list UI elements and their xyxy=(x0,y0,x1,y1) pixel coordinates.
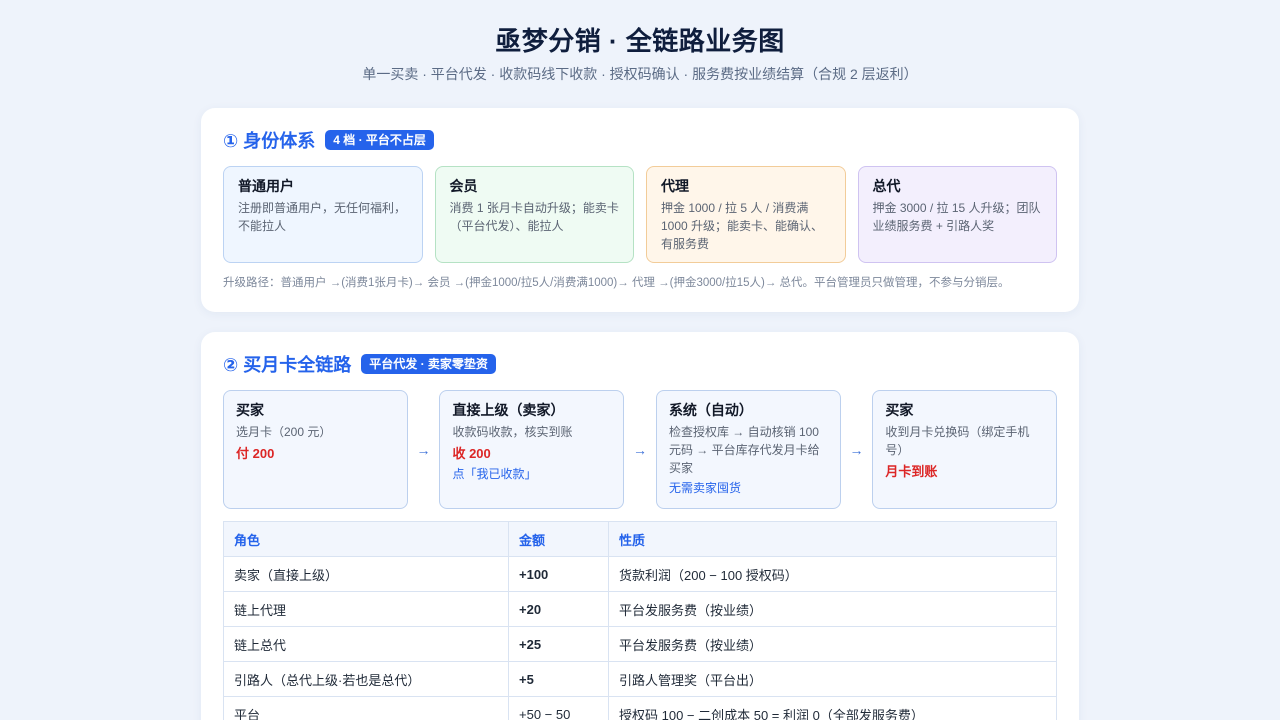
upgrade-path: 升级路径：普通用户 →(消费1张月卡)→ 会员 →(押金1000/拉5人/消费满… xyxy=(223,277,1010,289)
cell-nature: 平台发服务费（按业绩） xyxy=(608,626,1057,662)
step-description: 收款码收款，核实到账 xyxy=(452,425,573,439)
step-note: 点「我已收款」 xyxy=(452,467,537,481)
tier-list: 普通用户 注册即普通用户，无任何福利，不能拉人 会员 消费 1 张月卡自动升级；… xyxy=(223,166,1057,263)
tier-description: 押金 1000 / 拉 5 人 / 消费满 1000 升级；能卖卡、能确认、有服… xyxy=(661,201,824,251)
step-title: 直接上级（卖家） xyxy=(452,402,565,418)
table-row: 引路人（总代上级·若也是总代） +5 引路人管理奖（平台出） xyxy=(223,661,1057,697)
identity-title: ① 身份体系 xyxy=(223,131,316,151)
column-header-nature: 性质 xyxy=(608,521,1057,557)
tier-card-agent: 代理 押金 1000 / 拉 5 人 / 消费满 1000 升级；能卖卡、能确认… xyxy=(646,166,846,263)
tier-card-regular-user: 普通用户 注册即普通用户，无任何福利，不能拉人 xyxy=(223,166,423,263)
flow-step-seller: 直接上级（卖家） 收款码收款，核实到账 收 200 点「我已收款」 xyxy=(439,390,625,509)
cell-nature: 平台发服务费（按业绩） xyxy=(608,591,1057,627)
step-title: 买家 xyxy=(236,402,264,418)
flow-steps: 买家 选月卡（200 元） 付 200 → 直接上级（卖家） 收款码收款，核实到… xyxy=(223,390,1057,509)
step-description: 选月卡（200 元） xyxy=(236,425,332,439)
column-header-amount: 金额 xyxy=(508,521,609,557)
tier-name: 总代 xyxy=(872,178,901,194)
tier-description: 消费 1 张月卡自动升级；能卖卡（平台代发）、能拉人 xyxy=(449,201,619,233)
cell-role: 链上总代 xyxy=(223,626,509,662)
arrow-right-icon: → xyxy=(632,441,647,458)
flow-header: ② 买月卡全链路 平台代发 · 卖家零垫资 xyxy=(223,352,1057,376)
revenue-table: 角色 金额 性质 卖家（直接上级） +100 货款利润（200 − 100 授权… xyxy=(223,521,1057,720)
step-amount: 付 200 xyxy=(236,446,275,461)
table-row: 链上总代 +25 平台发服务费（按业绩） xyxy=(223,626,1057,662)
cell-amount: +25 xyxy=(508,626,609,662)
arrow-right-icon: → xyxy=(849,441,864,458)
page-subtitle: 单一买卖 · 平台代发 · 收款码线下收款 · 授权码确认 · 服务费按业绩结算… xyxy=(362,66,918,82)
cell-nature: 引路人管理奖（平台出） xyxy=(608,661,1057,697)
cell-role: 卖家（直接上级） xyxy=(223,556,509,592)
step-amount: 收 200 xyxy=(452,446,491,461)
tier-name: 会员 xyxy=(449,178,478,194)
cell-amount: +50 − 50 xyxy=(508,696,609,720)
table-row: 链上代理 +20 平台发服务费（按业绩） xyxy=(223,591,1057,627)
cell-role: 链上代理 xyxy=(223,591,509,627)
table-row: 卖家（直接上级） +100 货款利润（200 − 100 授权码） xyxy=(223,556,1057,592)
page-header: 亟梦分销 · 全链路业务图 单一买卖 · 平台代发 · 收款码线下收款 · 授权… xyxy=(0,0,1280,84)
tier-name: 普通用户 xyxy=(238,178,294,194)
flow-step-buyer-pay: 买家 选月卡（200 元） 付 200 xyxy=(223,390,408,509)
step-title: 系统（自动） xyxy=(668,402,753,418)
tier-card-member: 会员 消费 1 张月卡自动升级；能卖卡（平台代发）、能拉人 xyxy=(434,166,634,263)
tier-card-general-agent: 总代 押金 3000 / 拉 15 人升级；团队业绩服务费 + 引路人奖 xyxy=(857,166,1057,263)
cell-amount: +100 xyxy=(508,556,609,592)
tier-name: 代理 xyxy=(661,178,689,194)
cell-amount: +20 xyxy=(508,591,609,627)
tier-description: 押金 3000 / 拉 15 人升级；团队业绩服务费 + 引路人奖 xyxy=(872,201,1041,233)
flow-section: ② 买月卡全链路 平台代发 · 卖家零垫资 买家 选月卡（200 元） 付 20… xyxy=(201,332,1079,720)
flow-title: ② 买月卡全链路 xyxy=(223,355,352,375)
step-note: 无需卖家囤货 xyxy=(668,481,741,495)
page-title: 亟梦分销 · 全链路业务图 xyxy=(495,26,785,56)
step-title: 买家 xyxy=(885,402,914,418)
identity-section: ① 身份体系 4 档 · 平台不占层 普通用户 注册即普通用户，无任何福利，不能… xyxy=(201,108,1079,312)
cell-nature: 授权码 100 − 二创成本 50 = 利润 0（全部发服务费） xyxy=(608,696,1057,720)
column-header-role: 角色 xyxy=(223,521,509,557)
table-header-row: 角色 金额 性质 xyxy=(223,521,1057,557)
identity-header: ① 身份体系 4 档 · 平台不占层 xyxy=(223,128,1057,152)
cell-nature: 货款利润（200 − 100 授权码） xyxy=(608,556,1057,592)
step-description: 收到月卡兑换码（绑定手机号） xyxy=(885,425,1030,457)
table-row: 平台 +50 − 50 授权码 100 − 二创成本 50 = 利润 0（全部发… xyxy=(223,696,1057,720)
arrow-right-icon: → xyxy=(416,441,431,458)
flow-step-buyer-receive: 买家 收到月卡兑换码（绑定手机号） 月卡到账 xyxy=(872,390,1057,509)
cell-amount: +5 xyxy=(508,661,609,697)
flow-badge: 平台代发 · 卖家零垫资 xyxy=(361,354,496,374)
cell-role: 平台 xyxy=(223,696,509,720)
identity-badge: 4 档 · 平台不占层 xyxy=(325,130,434,150)
step-description: 检查授权库 → 自动核销 100 元码 → 平台库存代发月卡给买家 xyxy=(668,425,820,475)
flow-step-system: 系统（自动） 检查授权库 → 自动核销 100 元码 → 平台库存代发月卡给买家… xyxy=(655,390,841,509)
cell-role: 引路人（总代上级·若也是总代） xyxy=(223,661,509,697)
tier-description: 注册即普通用户，无任何福利，不能拉人 xyxy=(238,201,407,233)
step-amount: 月卡到账 xyxy=(885,464,938,479)
